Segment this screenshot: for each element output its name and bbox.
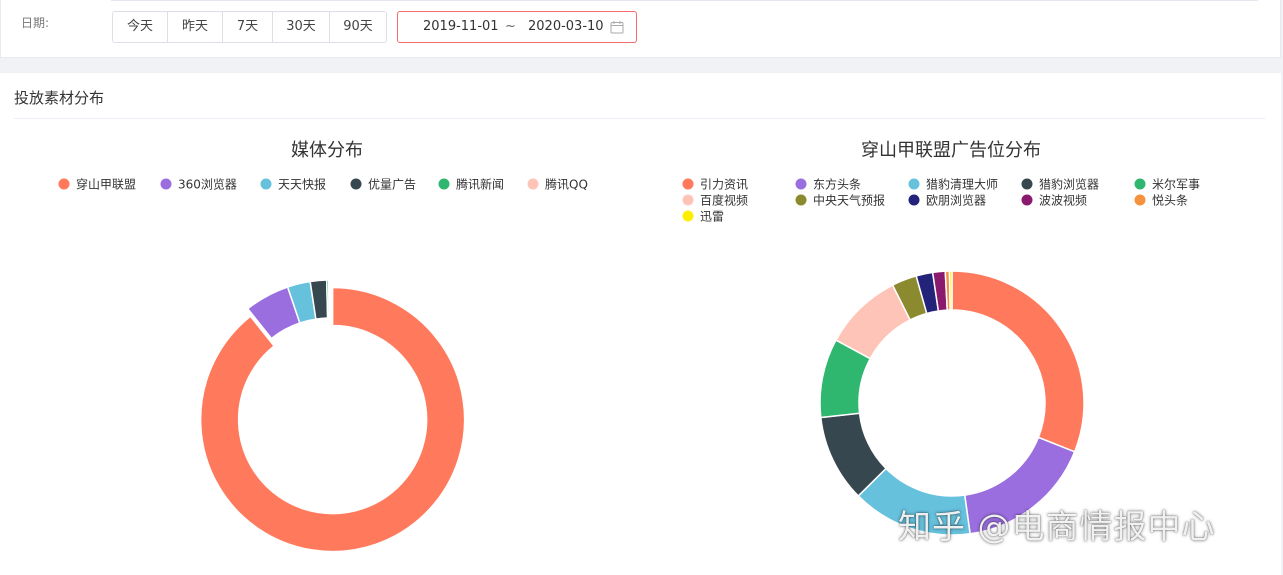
legend-swatch xyxy=(160,178,172,190)
date-label: 日期: xyxy=(21,16,50,30)
legend-item[interactable]: 迅雷 xyxy=(682,210,725,224)
legend-swatch xyxy=(527,178,539,190)
watermark-text: 知乎 @电商情报中心 xyxy=(898,507,1216,546)
donut-chart-1: 媒体分布穿山甲联盟 360浏览器 天天快报 优量广告 腾讯新闻 腾讯QQ xyxy=(58,140,588,553)
legend-item[interactable]: 引力资讯 xyxy=(682,178,749,192)
legend-label: 欧朋浏览器 xyxy=(926,193,986,208)
chart-title: 媒体分布 xyxy=(291,140,363,161)
legend-label: 中央天气预报 xyxy=(813,193,885,208)
legend-item[interactable]: 中央天气预报 xyxy=(795,193,886,208)
start-date-input[interactable]: 2019-11-01 xyxy=(423,12,499,42)
legend-item[interactable]: 百度视频 xyxy=(682,193,749,208)
legend-item[interactable]: 360浏览器 xyxy=(160,177,237,192)
donut-chart-2: 穿山甲联盟广告位分布引力资讯 东方头条 猎豹清理大师 猎豹浏览器 米尔军事百度视频 中央天… xyxy=(682,140,1201,536)
top-divider xyxy=(111,0,1258,1)
legend-swatch xyxy=(58,178,70,190)
legend-label: 天天快报 xyxy=(278,177,326,192)
legend-label: 360浏览器 xyxy=(178,177,237,192)
legend-swatch xyxy=(350,178,362,190)
legend-swatch xyxy=(260,178,272,190)
quick-range-today-button[interactable]: 今天 xyxy=(113,12,168,42)
date-filter-bar: 日期: 今天 昨天 7天 30天 90天 2019-11-01 ~ 2020-0… xyxy=(0,0,1281,58)
legend-item[interactable]: 波波视频 xyxy=(1021,193,1088,208)
quick-range-90d-button[interactable]: 90天 xyxy=(330,12,386,42)
legend-swatch xyxy=(682,178,694,190)
legend-swatch xyxy=(795,178,807,190)
pie-slice-6[interactable] xyxy=(327,279,331,319)
legend-label: 引力资讯 xyxy=(700,178,748,192)
legend-item[interactable]: 优量广告 xyxy=(350,178,417,192)
legend-label: 东方头条 xyxy=(813,177,861,192)
legend-item[interactable]: 腾讯新闻 xyxy=(438,177,505,192)
legend-item[interactable]: 穿山甲联盟 xyxy=(58,177,137,192)
range-separator: ~ xyxy=(505,19,516,34)
quick-range-7d-button[interactable]: 7天 xyxy=(223,12,273,42)
legend-item[interactable]: 腾讯QQ xyxy=(527,177,588,192)
legend-item[interactable]: 猎豹浏览器 xyxy=(1021,177,1100,192)
legend-label: 腾讯QQ xyxy=(545,177,588,192)
legend-swatch xyxy=(1134,178,1146,190)
legend-label: 穿山甲联盟 xyxy=(76,177,136,192)
legend-label: 迅雷 xyxy=(700,210,724,224)
legend-label: 悦头条 xyxy=(1152,194,1188,208)
legend-swatch xyxy=(1021,178,1033,190)
pie-slice-1[interactable] xyxy=(951,270,1085,453)
legend-item[interactable]: 东方头条 xyxy=(795,177,862,192)
pie-slice-1[interactable] xyxy=(199,286,466,553)
legend-label: 腾讯新闻 xyxy=(456,177,504,192)
legend-label: 猎豹浏览器 xyxy=(1039,177,1099,192)
legend-item[interactable]: 欧朋浏览器 xyxy=(908,193,987,208)
end-date-input[interactable]: 2020-03-10 xyxy=(528,12,604,42)
legend-label: 波波视频 xyxy=(1039,193,1087,208)
legend-swatch xyxy=(438,178,450,190)
quick-range-group: 今天 昨天 7天 30天 90天 xyxy=(112,11,387,43)
legend-label: 百度视频 xyxy=(700,193,748,208)
chart-title: 穿山甲联盟广告位分布 xyxy=(861,140,1041,161)
legend-item[interactable]: 悦头条 xyxy=(1134,194,1189,208)
legend-label: 猎豹清理大师 xyxy=(926,177,998,192)
calendar-icon[interactable] xyxy=(610,20,624,34)
legend-swatch xyxy=(908,178,920,190)
legend-swatch xyxy=(682,210,694,222)
legend-swatch xyxy=(908,194,920,206)
quick-range-yesterday-button[interactable]: 昨天 xyxy=(168,12,223,42)
legend-label: 优量广告 xyxy=(368,178,416,192)
legend-swatch xyxy=(795,194,807,206)
pie-slice-11[interactable] xyxy=(948,270,953,311)
legend-item[interactable]: 天天快报 xyxy=(260,177,327,192)
legend-item[interactable]: 米尔军事 xyxy=(1134,177,1201,192)
legend-label: 米尔军事 xyxy=(1152,177,1200,192)
legend-swatch xyxy=(1021,194,1033,206)
legend-item[interactable]: 猎豹清理大师 xyxy=(908,177,999,192)
legend-swatch xyxy=(1134,194,1146,206)
legend-swatch xyxy=(682,194,694,206)
date-range-picker[interactable]: 2019-11-01 ~ 2020-03-10 xyxy=(397,11,637,43)
quick-range-30d-button[interactable]: 30天 xyxy=(273,12,330,42)
